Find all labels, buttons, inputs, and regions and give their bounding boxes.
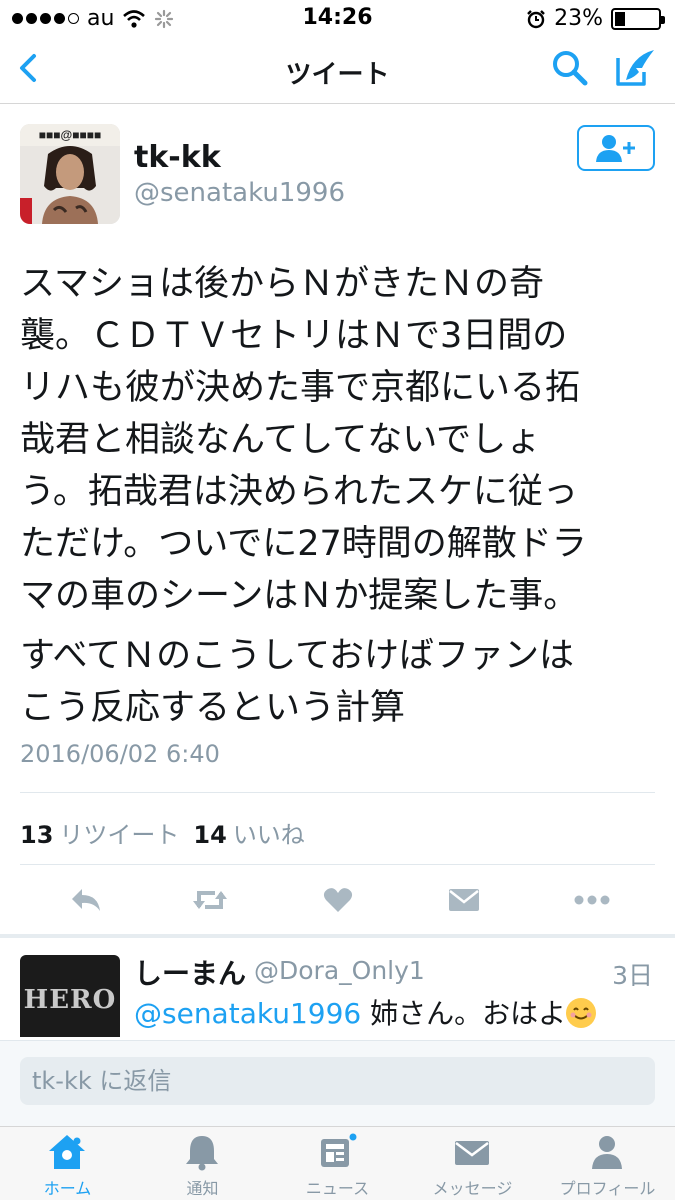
navigation-bar: ツイート xyxy=(0,36,675,104)
retweet-icon xyxy=(193,891,227,909)
smiling-face-emoji-icon xyxy=(566,998,597,1028)
search-icon[interactable] xyxy=(550,48,590,88)
heart-icon xyxy=(323,888,353,912)
reply-bar xyxy=(0,1040,675,1126)
tab-profile[interactable]: プロフィール xyxy=(540,1127,675,1200)
status-bar: au 14:26 23% xyxy=(0,0,675,36)
like-label[interactable]: いいね xyxy=(233,815,305,850)
tab-label: 通知 xyxy=(186,1179,219,1198)
tab-home[interactable]: ホーム xyxy=(0,1127,135,1200)
tweet-text-line: リハも彼が決めた事で京都にいる拓 xyxy=(20,368,581,408)
mail-icon xyxy=(449,889,479,911)
like-button[interactable] xyxy=(318,882,358,918)
retweet-count[interactable]: 13 xyxy=(20,821,53,849)
reply-button[interactable] xyxy=(66,882,106,918)
reply-body: 姉さん。おはよ xyxy=(361,997,567,1030)
reply-avatar-logo: HERO xyxy=(23,985,117,1015)
author-avatar[interactable]: ■■■@■■■■ xyxy=(20,124,120,224)
tweet-text-line: スマショは後からＮがきたＮの奇 xyxy=(20,264,544,304)
author-handle[interactable]: @senataku1996 xyxy=(134,178,345,208)
tweet-text-line: こう反応するという計算 xyxy=(20,688,406,728)
reply-text: @senataku1996 姉さん。おはよ xyxy=(134,992,597,1032)
tab-label: プロフィール xyxy=(559,1179,656,1198)
tab-label: ホーム xyxy=(43,1179,92,1198)
tab-bar: ホーム 通知 ニュース メッセージ プロフィール xyxy=(0,1126,675,1200)
home-icon xyxy=(47,1133,87,1171)
tweet-stats: 13 リツイート 14 いいね xyxy=(20,815,319,850)
reply-input[interactable] xyxy=(20,1057,655,1105)
tweet-text-line: マの車のシーンはＮか提案した事。 xyxy=(20,576,579,616)
tab-messages[interactable]: メッセージ xyxy=(405,1127,540,1200)
compose-tweet-icon[interactable] xyxy=(612,46,658,90)
tweet-text-line: う。拓哉君は決められたスケに従っ xyxy=(20,472,578,512)
tab-news[interactable]: ニュース xyxy=(270,1127,405,1200)
battery-icon xyxy=(611,7,665,30)
tweet-text-line: 哉君と相談なんてしてないでしょ xyxy=(20,420,542,460)
tweet-text-line: ただけ。ついでに27時間の解散ドラ xyxy=(20,524,587,564)
reply-time: 3日 xyxy=(612,961,653,990)
mail-icon xyxy=(452,1133,492,1171)
reply-avatar[interactable]: HERO xyxy=(20,955,120,1037)
retweet-label[interactable]: リツイート xyxy=(59,815,179,850)
like-count[interactable]: 14 xyxy=(193,821,226,849)
avatar-image: ■■■@■■■■ xyxy=(20,124,120,224)
reply-mention-link[interactable]: @senataku1996 xyxy=(134,997,361,1030)
tab-notifications[interactable]: 通知 xyxy=(135,1127,270,1200)
more-dots-icon xyxy=(574,895,610,905)
tweet-text-line: すべてＮのこうしておけばファンは xyxy=(20,636,575,676)
section-divider xyxy=(0,934,675,938)
tweet-text: スマショは後からＮがきたＮの奇 襲。ＣＤＴＶセトリはＮで3日間の リハも彼が決め… xyxy=(20,258,660,734)
tweet-timestamp: 2016/06/02 6:40 xyxy=(20,740,220,768)
tweet-text-line: 襲。ＣＤＴＶセトリはＮで3日間の xyxy=(20,316,568,356)
follow-button[interactable] xyxy=(577,125,655,171)
tab-label: ニュース xyxy=(305,1179,370,1198)
alarm-icon xyxy=(527,9,545,28)
battery-percent: 23% xyxy=(554,6,603,31)
more-button[interactable] xyxy=(572,882,612,918)
reply-author-name[interactable]: しーまん xyxy=(134,952,246,992)
retweet-button[interactable] xyxy=(190,882,230,918)
battery-area: 23% xyxy=(526,6,665,31)
news-icon xyxy=(317,1133,357,1171)
tab-label: メッセージ xyxy=(432,1179,513,1198)
author-name[interactable]: tk-kk xyxy=(134,140,221,175)
bell-icon xyxy=(182,1133,222,1171)
reply-author-handle[interactable]: @Dora_Only1 xyxy=(254,956,425,985)
direct-message-button[interactable] xyxy=(444,882,484,918)
reply-icon xyxy=(72,889,100,911)
svg-text:■■■@■■■■: ■■■@■■■■ xyxy=(39,128,101,142)
divider xyxy=(20,864,655,865)
divider xyxy=(20,792,655,793)
tweet-actions xyxy=(0,876,675,926)
add-user-icon xyxy=(596,135,635,162)
person-icon xyxy=(587,1133,627,1171)
